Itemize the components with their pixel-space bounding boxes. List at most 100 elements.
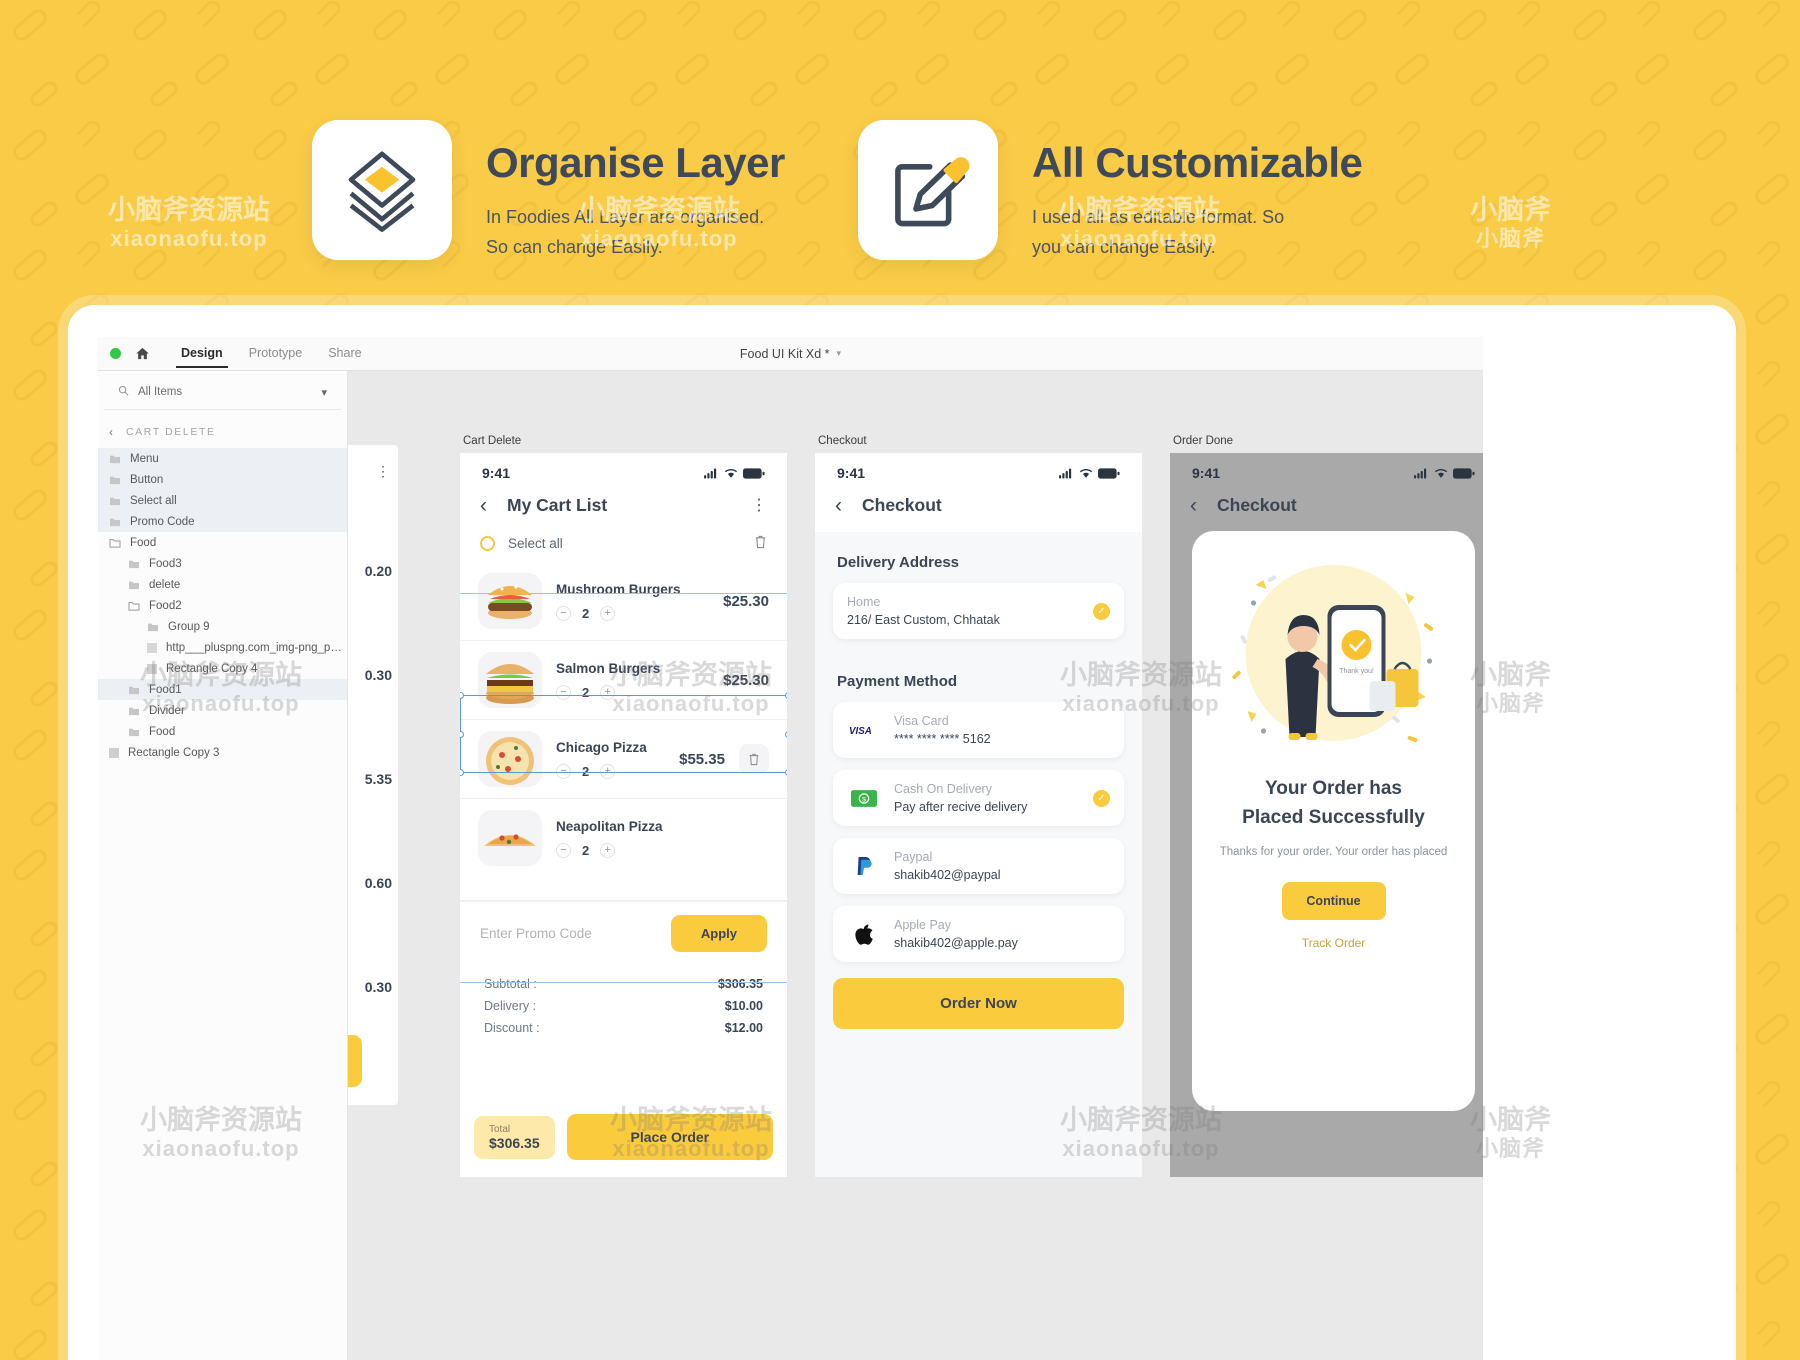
order-now-button[interactable]: Order Now <box>833 978 1124 1029</box>
back-icon[interactable]: ‹ <box>480 495 487 516</box>
feature-line1: In Foodies All Layer are organised. <box>486 207 765 227</box>
artboard-checkout[interactable]: 9:41 ‹ Checkout Delivery Address Home 21… <box>815 453 1142 1177</box>
cart-item-price: $25.30 <box>723 592 769 610</box>
battery-icon <box>743 467 765 479</box>
layer-name: Rectangle Copy 4 <box>166 662 258 675</box>
partial-button[interactable] <box>348 1035 362 1087</box>
artboard-partial-left[interactable]: ⋮ 0.20 0.30 5.35 0.60 0.30 <box>348 445 398 1105</box>
layer-name: Food1 <box>149 683 182 696</box>
search-input[interactable]: All Items <box>138 386 312 398</box>
layer-row[interactable]: Rectangle Copy 4 <box>98 658 347 679</box>
increment-button[interactable]: + <box>600 763 616 779</box>
partial-price: 0.20 <box>364 563 392 579</box>
kebab-icon[interactable]: ⋮ <box>376 464 390 479</box>
layer-row[interactable]: Promo Code <box>98 511 347 532</box>
tab-share[interactable]: Share <box>315 339 374 368</box>
decrement-button[interactable]: − <box>556 842 571 858</box>
battery-icon <box>1453 467 1475 479</box>
xd-body: All Items ▾ ‹ CART DELETE Menu Button Sele… <box>98 371 1483 1360</box>
layer-row[interactable]: Food <box>98 532 347 553</box>
payment-method-paypal[interactable]: Paypal shakib402@paypal <box>833 838 1124 894</box>
cart-item-row[interactable]: Mushroom Burgers −2 + $25.30 <box>460 562 787 641</box>
increment-button[interactable]: + <box>600 842 616 858</box>
layer-row[interactable]: Group 9 <box>98 616 347 637</box>
quantity-stepper[interactable]: −2 + <box>556 842 755 858</box>
folder-icon <box>128 706 140 716</box>
layer-row[interactable]: Menu <box>98 448 347 469</box>
layer-row[interactable]: Button <box>98 469 347 490</box>
checkout-title: Checkout <box>862 495 942 515</box>
delivery-address-card[interactable]: Home 216/ East Custom, Chhatak ✓ <box>833 583 1124 639</box>
home-icon[interactable] <box>135 346 150 361</box>
payment-method-visa[interactable]: VISA Visa Card **** **** **** 5162 <box>833 702 1124 758</box>
tab-prototype[interactable]: Prototype <box>236 339 316 368</box>
increment-button[interactable]: + <box>600 684 616 700</box>
cart-item-row[interactable]: Neapolitan Pizza −2 + <box>460 799 787 901</box>
decrement-button[interactable]: − <box>556 684 571 700</box>
increment-button[interactable]: + <box>600 605 616 621</box>
layer-name: Select all <box>130 494 177 507</box>
chevron-down-icon[interactable]: ▾ <box>837 348 842 359</box>
delete-all-icon[interactable] <box>754 534 767 552</box>
shape-layer-icon <box>147 663 157 674</box>
layer-row[interactable]: Rectangle Copy 3 <box>98 742 347 763</box>
payment-method-list: VISA Visa Card **** **** **** 5162 $ Cash On… <box>815 702 1142 962</box>
payment-method-apple[interactable]: Apple Pay shakib402@apple.pay <box>833 906 1124 962</box>
total-value: $306.35 <box>489 1134 540 1151</box>
layer-row[interactable]: http___pluspng.com_img-png_png-h... <box>98 637 347 658</box>
signal-icon <box>1414 468 1427 478</box>
select-all-row[interactable]: Select all <box>460 522 787 562</box>
layer-row[interactable]: Food3 <box>98 553 347 574</box>
payment-label: Cash On Delivery <box>894 782 992 796</box>
layer-group-label: CART DELETE <box>126 426 216 438</box>
chevron-down-icon[interactable]: ▾ <box>321 386 327 399</box>
apply-button[interactable]: Apply <box>670 915 767 952</box>
layer-row[interactable]: Food1 <box>98 679 347 700</box>
total-box: Total $306.35 <box>474 1115 555 1159</box>
back-icon[interactable]: ‹ <box>835 495 842 516</box>
layer-row[interactable]: delete <box>98 574 347 595</box>
visa-icon: VISA <box>847 724 881 736</box>
window-close-dot[interactable] <box>110 348 121 359</box>
tab-design[interactable]: Design <box>168 339 236 368</box>
promo-input[interactable]: Enter Promo Code <box>480 926 592 941</box>
chevron-left-icon[interactable]: ‹ <box>109 425 113 439</box>
search-icon <box>118 385 129 399</box>
design-canvas[interactable]: ⋮ 0.20 0.30 5.35 0.60 0.30 Cart Delete 9:41 <box>348 371 1483 1360</box>
artboard-order-done[interactable]: 9:41 ‹ Checkout Thank you! Your Order ha… <box>1170 453 1483 1177</box>
decrement-button[interactable]: − <box>556 605 571 621</box>
layer-row[interactable]: Food2 <box>98 595 347 616</box>
layer-group-header[interactable]: ‹ CART DELETE <box>98 410 347 448</box>
total-value: $12.00 <box>724 1021 763 1035</box>
back-icon[interactable]: ‹ <box>1190 495 1197 516</box>
track-order-link[interactable]: Track Order <box>1192 936 1475 950</box>
feature-title: Organise Layer <box>486 139 785 186</box>
status-time: 9:41 <box>1192 465 1221 481</box>
quantity-stepper[interactable]: −2 + <box>556 763 665 779</box>
cart-item-row[interactable]: Chicago Pizza −2 + $55.35 <box>460 720 787 799</box>
shape-layer-icon <box>109 747 119 758</box>
cart-title: My Cart List <box>507 495 608 515</box>
layer-row[interactable]: Divider <box>98 700 347 721</box>
quantity-stepper[interactable]: −2 + <box>556 605 709 621</box>
place-order-button[interactable]: Place Order <box>566 1114 773 1160</box>
layer-name: Group 9 <box>168 620 210 633</box>
quantity-stepper[interactable]: −2 + <box>556 684 709 700</box>
payment-method-title: Payment Method <box>837 673 958 690</box>
payment-method-cash[interactable]: $ Cash On Delivery Pay after recive delive… <box>833 770 1124 826</box>
promo-row[interactable]: Enter Promo Code Apply <box>460 901 787 965</box>
layer-search-row[interactable]: All Items ▾ <box>104 371 341 410</box>
artboard-cart-delete[interactable]: 9:41 ‹ My Cart List ⋮ Select all Mushroo… <box>460 453 787 1177</box>
delete-item-icon[interactable] <box>739 744 769 774</box>
cart-navbar: ‹ My Cart List ⋮ <box>460 481 787 522</box>
decrement-button[interactable]: − <box>556 763 571 779</box>
layer-row[interactable]: Food <box>98 721 347 742</box>
continue-button[interactable]: Continue <box>1281 882 1386 920</box>
kebab-icon[interactable]: ⋮ <box>751 498 767 513</box>
layer-row[interactable]: Select all <box>98 490 347 511</box>
cart-item-row[interactable]: Salmon Burgers −2 + $25.30 <box>460 641 787 720</box>
document-title-area[interactable]: Food UI Kit Xd * ▾ <box>740 347 841 361</box>
cart-item-name: Mushroom Burgers <box>556 581 681 597</box>
feature-organise-layer: Organise Layer In Foodies All Layer are … <box>312 120 785 260</box>
select-all-checkbox[interactable] <box>480 535 495 551</box>
